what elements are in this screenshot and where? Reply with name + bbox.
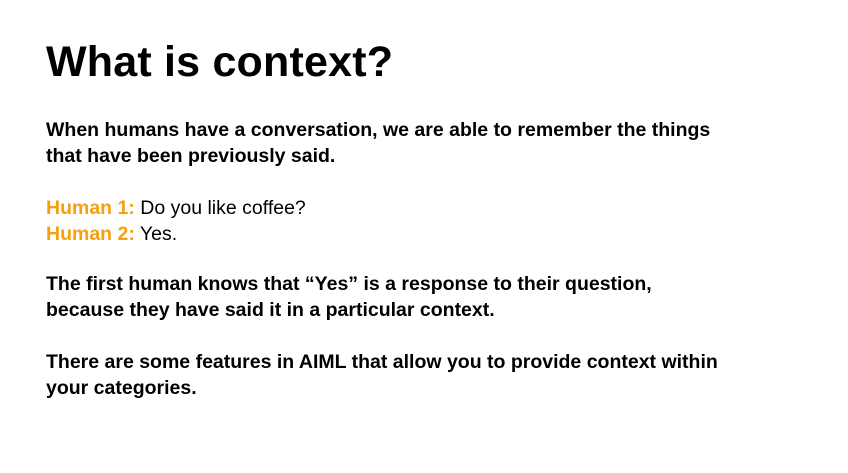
dialogue-example: Human 1: Do you like coffee? Human 2: Ye… [46,195,826,247]
speaker-label: Human 1: [46,197,135,219]
dialogue-line: Human 2: Yes. [46,221,826,247]
aiml-line: There are some features in AIML that all… [46,351,718,373]
intro-line: that have been previously said. [46,145,336,167]
dialogue-text: Yes. [134,223,178,245]
slide: What is context? When humans have a conv… [0,0,848,473]
explanation-paragraph: The first human knows that “Yes” is a re… [46,271,826,323]
explanation-line: because they have said it in a particula… [46,299,495,321]
slide-title: What is context? [46,38,394,86]
speaker-label: Human 2: [46,223,135,245]
intro-line: When humans have a conversation, we are … [46,119,711,141]
aiml-paragraph: There are some features in AIML that all… [46,349,826,401]
dialogue-line: Human 1: Do you like coffee? [46,195,826,221]
aiml-line: your categories. [46,377,197,399]
dialogue-text: Do you like coffee? [134,197,306,219]
explanation-line: The first human knows that “Yes” is a re… [46,273,652,295]
intro-paragraph: When humans have a conversation, we are … [46,117,826,169]
